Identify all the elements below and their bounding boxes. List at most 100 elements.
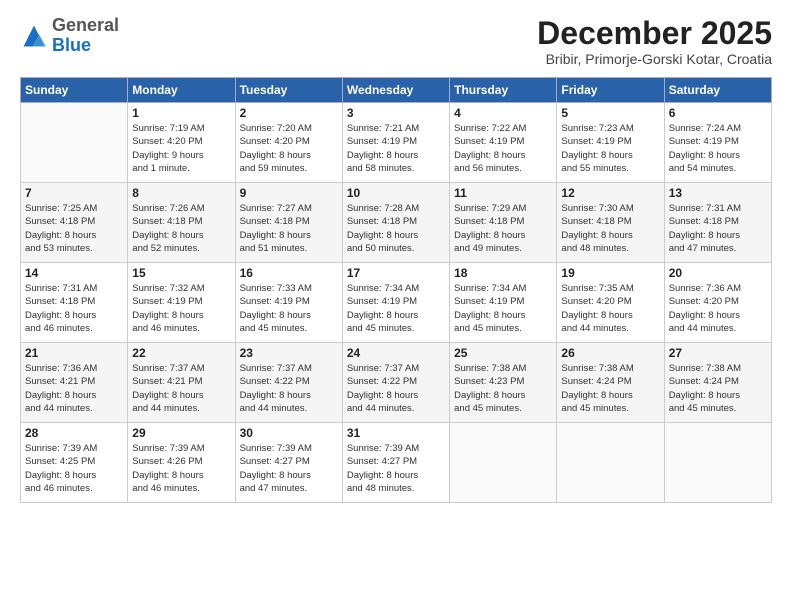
day-info: Sunrise: 7:37 AM Sunset: 4:22 PM Dayligh… [347,362,445,415]
day-info: Sunrise: 7:22 AM Sunset: 4:19 PM Dayligh… [454,122,552,175]
table-row: 14 Sunrise: 7:31 AM Sunset: 4:18 PM Dayli… [21,263,128,343]
table-row: 4Sunrise: 7:22 AM Sunset: 4:19 PM Daylig… [450,103,557,183]
table-row: 10 Sunrise: 7:28 AM Sunset: 4:18 PM Dayli… [342,183,449,263]
table-row: 30 Sunrise: 7:39 AM Sunset: 4:27 PM Dayli… [235,423,342,503]
calendar-week-5: 28 Sunrise: 7:39 AM Sunset: 4:25 PM Dayli… [21,423,772,503]
day-number: 15 [132,266,230,280]
day-info: Sunrise: 7:31 AM Sunset: 4:18 PM Dayligh… [669,202,767,255]
day-number: 27 [669,346,767,360]
day-number: 14 [25,266,123,280]
day-info: Sunrise: 7:29 AM Sunset: 4:18 PM Dayligh… [454,202,552,255]
table-row: 5Sunrise: 7:23 AM Sunset: 4:19 PM Daylig… [557,103,664,183]
table-row [557,423,664,503]
day-number: 13 [669,186,767,200]
day-info: Sunrise: 7:39 AM Sunset: 4:27 PM Dayligh… [347,442,445,495]
day-number: 18 [454,266,552,280]
table-row [450,423,557,503]
calendar-week-4: 21 Sunrise: 7:36 AM Sunset: 4:21 PM Dayli… [21,343,772,423]
day-number: 9 [240,186,338,200]
table-row: 6 Sunrise: 7:24 AM Sunset: 4:19 PM Daylig… [664,103,771,183]
day-info: Sunrise: 7:37 AM Sunset: 4:21 PM Dayligh… [132,362,230,415]
day-number: 1 [132,106,230,120]
day-number: 19 [561,266,659,280]
location-subtitle: Bribir, Primorje-Gorski Kotar, Croatia [537,51,772,67]
header-monday: Monday [128,78,235,103]
day-info: Sunrise: 7:37 AM Sunset: 4:22 PM Dayligh… [240,362,338,415]
day-info: Sunrise: 7:28 AM Sunset: 4:18 PM Dayligh… [347,202,445,255]
day-number: 16 [240,266,338,280]
day-info: Sunrise: 7:31 AM Sunset: 4:18 PM Dayligh… [25,282,123,335]
table-row: 16 Sunrise: 7:33 AM Sunset: 4:19 PM Dayli… [235,263,342,343]
table-row: 17 Sunrise: 7:34 AM Sunset: 4:19 PM Dayli… [342,263,449,343]
table-row: 22 Sunrise: 7:37 AM Sunset: 4:21 PM Dayli… [128,343,235,423]
day-info: Sunrise: 7:30 AM Sunset: 4:18 PM Dayligh… [561,202,659,255]
logo-general-text: General [52,15,119,35]
day-number: 7 [25,186,123,200]
day-number: 24 [347,346,445,360]
day-info: Sunrise: 7:38 AM Sunset: 4:24 PM Dayligh… [561,362,659,415]
table-row: 12 Sunrise: 7:30 AM Sunset: 4:18 PM Dayli… [557,183,664,263]
day-number: 11 [454,186,552,200]
day-info: Sunrise: 7:34 AM Sunset: 4:19 PM Dayligh… [347,282,445,335]
table-row [21,103,128,183]
table-row: 21 Sunrise: 7:36 AM Sunset: 4:21 PM Dayli… [21,343,128,423]
day-info: Sunrise: 7:26 AM Sunset: 4:18 PM Dayligh… [132,202,230,255]
table-row: 24 Sunrise: 7:37 AM Sunset: 4:22 PM Dayli… [342,343,449,423]
header-tuesday: Tuesday [235,78,342,103]
day-number: 17 [347,266,445,280]
calendar-week-1: 1 Sunrise: 7:19 AM Sunset: 4:20 PM Daylig… [21,103,772,183]
day-info: Sunrise: 7:38 AM Sunset: 4:24 PM Dayligh… [669,362,767,415]
day-number: 29 [132,426,230,440]
logo-icon [20,22,48,50]
day-info: Sunrise: 7:34 AM Sunset: 4:19 PM Dayligh… [454,282,552,335]
table-row: 28 Sunrise: 7:39 AM Sunset: 4:25 PM Dayli… [21,423,128,503]
month-title: December 2025 [537,16,772,51]
header-saturday: Saturday [664,78,771,103]
day-info: Sunrise: 7:20 AM Sunset: 4:20 PM Dayligh… [240,122,338,175]
table-row [664,423,771,503]
table-row: 19Sunrise: 7:35 AM Sunset: 4:20 PM Dayli… [557,263,664,343]
day-number: 6 [669,106,767,120]
table-row: 31Sunrise: 7:39 AM Sunset: 4:27 PM Dayli… [342,423,449,503]
table-row: 18 Sunrise: 7:34 AM Sunset: 4:19 PM Dayli… [450,263,557,343]
day-number: 22 [132,346,230,360]
day-info: Sunrise: 7:33 AM Sunset: 4:19 PM Dayligh… [240,282,338,335]
title-block: December 2025 Bribir, Primorje-Gorski Ko… [537,16,772,67]
calendar-header-row: Sunday Monday Tuesday Wednesday Thursday… [21,78,772,103]
day-number: 25 [454,346,552,360]
day-info: Sunrise: 7:36 AM Sunset: 4:20 PM Dayligh… [669,282,767,335]
table-row: 7Sunrise: 7:25 AM Sunset: 4:18 PM Daylig… [21,183,128,263]
table-row: 13 Sunrise: 7:31 AM Sunset: 4:18 PM Dayli… [664,183,771,263]
table-row: 25 Sunrise: 7:38 AM Sunset: 4:23 PM Dayli… [450,343,557,423]
calendar-table: Sunday Monday Tuesday Wednesday Thursday… [20,77,772,503]
day-info: Sunrise: 7:39 AM Sunset: 4:25 PM Dayligh… [25,442,123,495]
table-row: 20Sunrise: 7:36 AM Sunset: 4:20 PM Dayli… [664,263,771,343]
logo: General Blue [20,16,119,56]
day-info: Sunrise: 7:19 AM Sunset: 4:20 PM Dayligh… [132,122,230,175]
day-number: 21 [25,346,123,360]
table-row: 3Sunrise: 7:21 AM Sunset: 4:19 PM Daylig… [342,103,449,183]
table-row: 2 Sunrise: 7:20 AM Sunset: 4:20 PM Daylig… [235,103,342,183]
day-info: Sunrise: 7:39 AM Sunset: 4:26 PM Dayligh… [132,442,230,495]
table-row: 8Sunrise: 7:26 AM Sunset: 4:18 PM Daylig… [128,183,235,263]
header-sunday: Sunday [21,78,128,103]
day-number: 12 [561,186,659,200]
table-row: 15Sunrise: 7:32 AM Sunset: 4:19 PM Dayli… [128,263,235,343]
calendar-week-2: 7Sunrise: 7:25 AM Sunset: 4:18 PM Daylig… [21,183,772,263]
day-info: Sunrise: 7:36 AM Sunset: 4:21 PM Dayligh… [25,362,123,415]
day-info: Sunrise: 7:24 AM Sunset: 4:19 PM Dayligh… [669,122,767,175]
table-row: 27 Sunrise: 7:38 AM Sunset: 4:24 PM Dayli… [664,343,771,423]
day-number: 2 [240,106,338,120]
table-row: 23Sunrise: 7:37 AM Sunset: 4:22 PM Dayli… [235,343,342,423]
table-row: 11 Sunrise: 7:29 AM Sunset: 4:18 PM Dayli… [450,183,557,263]
day-number: 30 [240,426,338,440]
calendar-week-3: 14 Sunrise: 7:31 AM Sunset: 4:18 PM Dayli… [21,263,772,343]
table-row: 9 Sunrise: 7:27 AM Sunset: 4:18 PM Daylig… [235,183,342,263]
header-wednesday: Wednesday [342,78,449,103]
day-info: Sunrise: 7:27 AM Sunset: 4:18 PM Dayligh… [240,202,338,255]
day-number: 28 [25,426,123,440]
day-number: 10 [347,186,445,200]
day-info: Sunrise: 7:39 AM Sunset: 4:27 PM Dayligh… [240,442,338,495]
day-info: Sunrise: 7:38 AM Sunset: 4:23 PM Dayligh… [454,362,552,415]
table-row: 1 Sunrise: 7:19 AM Sunset: 4:20 PM Daylig… [128,103,235,183]
